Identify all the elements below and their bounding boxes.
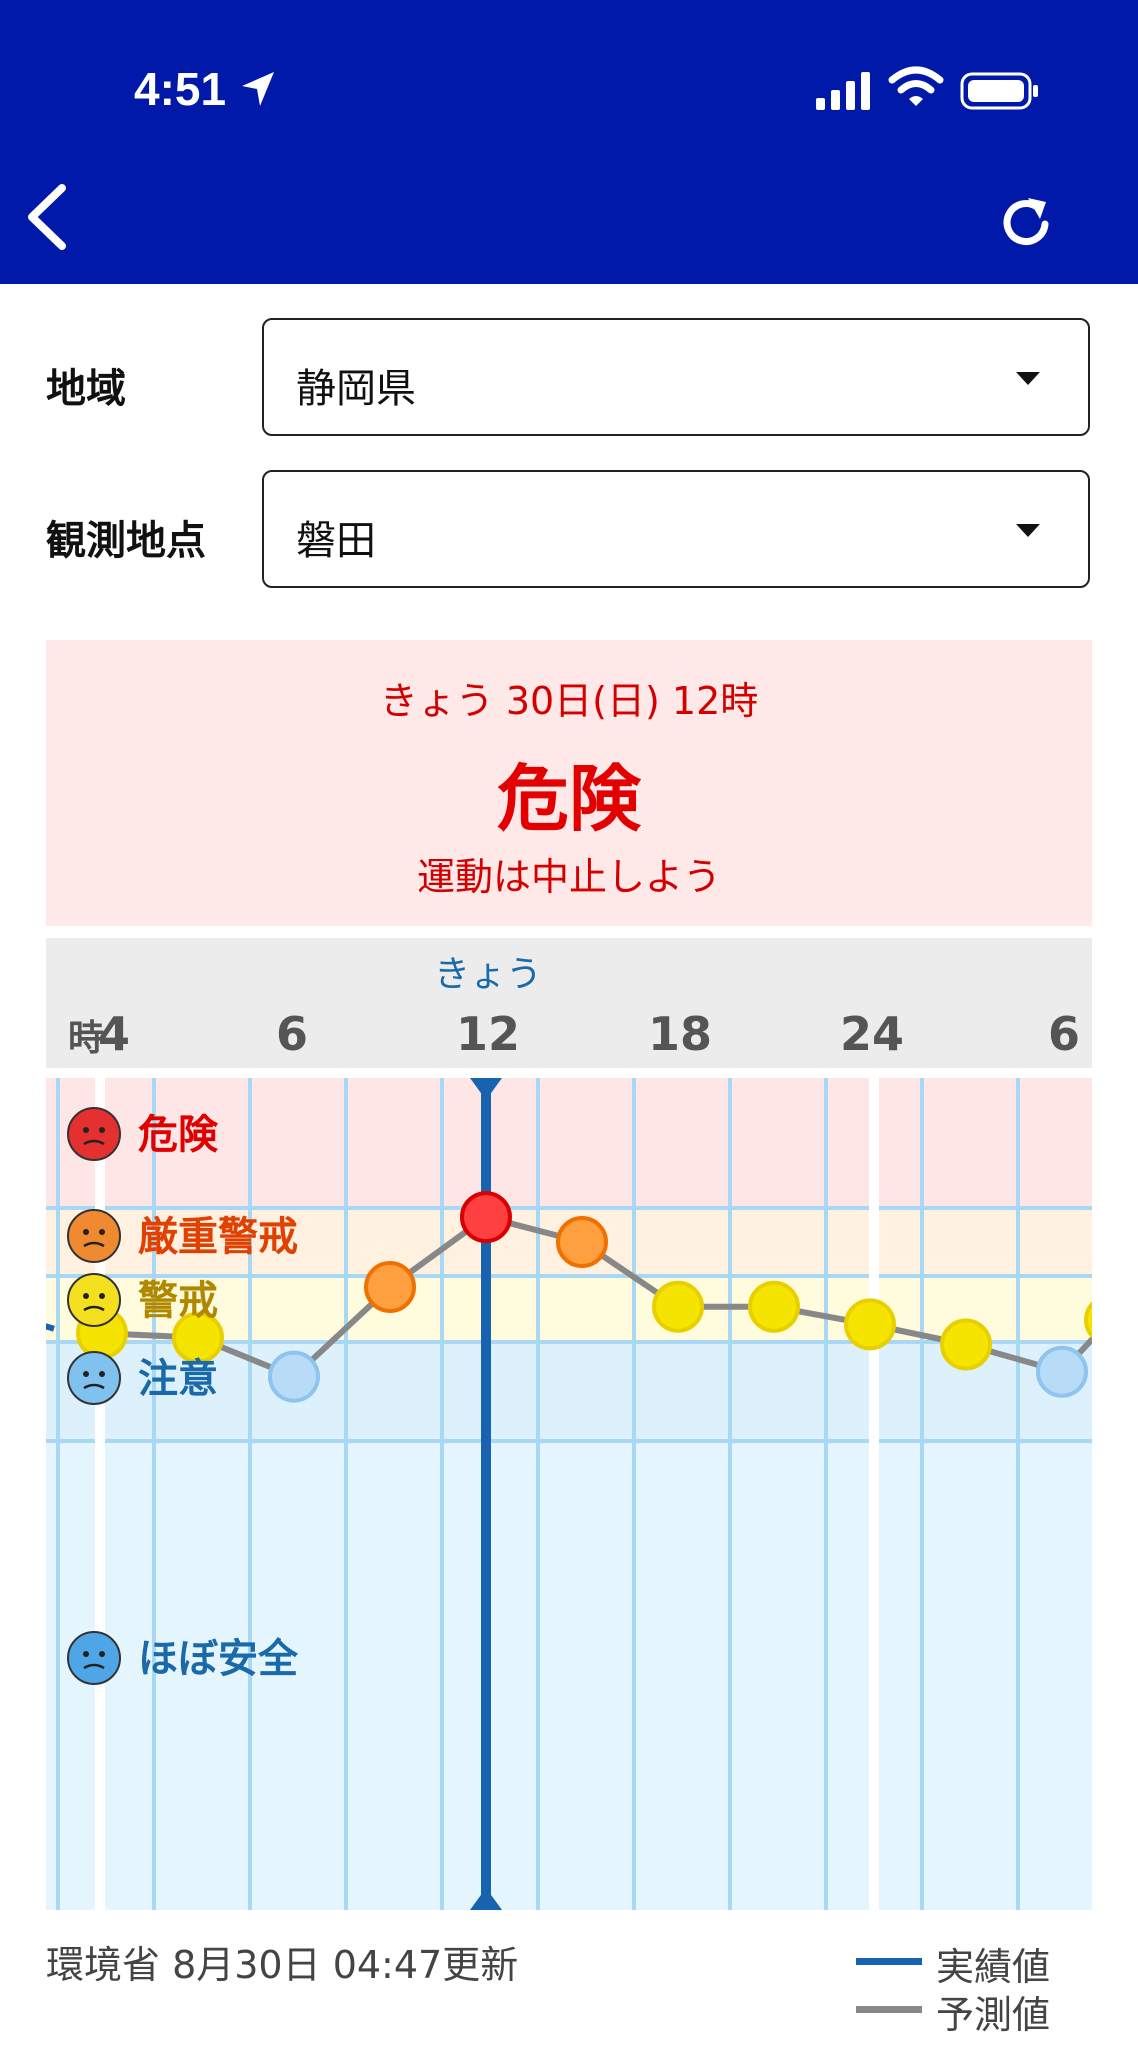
level-face-eye <box>83 1293 89 1299</box>
region-label: 地域 <box>46 366 126 412</box>
level-face-eye <box>99 1371 105 1377</box>
level-face-eye <box>83 1651 89 1657</box>
forecast-point[interactable] <box>652 1280 704 1333</box>
region-value: 静岡県 <box>296 366 416 412</box>
level-face-eye <box>99 1651 105 1657</box>
legend-swatch-actual <box>856 1958 922 1965</box>
x-tick-label: 24 <box>840 1007 904 1061</box>
level-face-eye <box>83 1371 89 1377</box>
alert-date: きょう 30日(日) 12時 <box>379 679 759 723</box>
legend-swatch-forecast <box>856 2006 922 2013</box>
level-label: 警戒 <box>138 1278 218 1324</box>
level-face-eye <box>99 1229 105 1235</box>
forecast-point[interactable] <box>748 1280 800 1333</box>
day-label: きょう <box>434 954 542 995</box>
caret-down-icon <box>1016 372 1040 385</box>
hour-unit-label: 時 <box>68 1018 104 1059</box>
level-face-eye <box>83 1127 89 1133</box>
refresh-button[interactable] <box>998 194 1054 250</box>
location-arrow-icon <box>242 72 274 106</box>
signal-icon <box>816 72 870 110</box>
forecast-point[interactable] <box>556 1216 608 1268</box>
back-button[interactable] <box>22 182 72 252</box>
x-tick-label: 12 <box>456 1007 520 1061</box>
forecast-point[interactable] <box>268 1350 320 1403</box>
forecast-point[interactable] <box>940 1318 992 1371</box>
legend-label-forecast: 予測値 <box>936 1993 1051 2037</box>
level-face-eye <box>99 1293 105 1299</box>
station-label: 観測地点 <box>46 518 206 564</box>
chart-time-header <box>46 938 1092 1068</box>
x-tick-label: 6 <box>276 1007 308 1061</box>
station-select[interactable]: 磐田 <box>262 470 1090 588</box>
x-tick-label: 6 <box>1048 1007 1080 1061</box>
level-face-icon <box>67 1209 121 1263</box>
app-header: 4:51 <box>0 0 1138 284</box>
alert-advice: 運動は中止しよう <box>416 855 721 899</box>
heat-index-chart[interactable]: 4 6 12 18 24 6時きょう危険厳重警戒警戒注意ほぼ安全 <box>46 938 1092 1910</box>
level-label: 厳重警戒 <box>138 1214 298 1260</box>
forecast-point[interactable] <box>460 1191 512 1244</box>
level-face-icon <box>67 1273 121 1327</box>
level-face-eye <box>83 1229 89 1235</box>
caret-down-icon <box>1016 524 1040 537</box>
level-face-icon <box>67 1107 121 1161</box>
level-label: 注意 <box>138 1356 218 1402</box>
region-select[interactable]: 静岡県 <box>262 318 1090 436</box>
forecast-point[interactable] <box>364 1261 416 1313</box>
x-tick-label: 18 <box>648 1007 712 1061</box>
level-face-icon <box>67 1631 121 1685</box>
status-time: 4:51 <box>134 63 227 115</box>
forecast-point[interactable] <box>1036 1345 1088 1398</box>
alert-panel: きょう 30日(日) 12時 危険 運動は中止しよう <box>46 640 1092 926</box>
update-source: 環境省 8月30日 04:47更新 <box>46 1943 519 1987</box>
wifi-icon <box>888 66 944 106</box>
alert-level: 危険 <box>496 757 641 841</box>
level-face-icon <box>67 1351 121 1405</box>
legend-label-actual: 実績値 <box>936 1945 1051 1989</box>
level-label: 危険 <box>138 1112 219 1158</box>
battery-icon <box>960 72 1038 110</box>
level-label: ほぼ安全 <box>138 1636 299 1682</box>
level-face-eye <box>99 1127 105 1133</box>
station-value: 磐田 <box>296 518 376 564</box>
forecast-point[interactable] <box>844 1298 896 1351</box>
